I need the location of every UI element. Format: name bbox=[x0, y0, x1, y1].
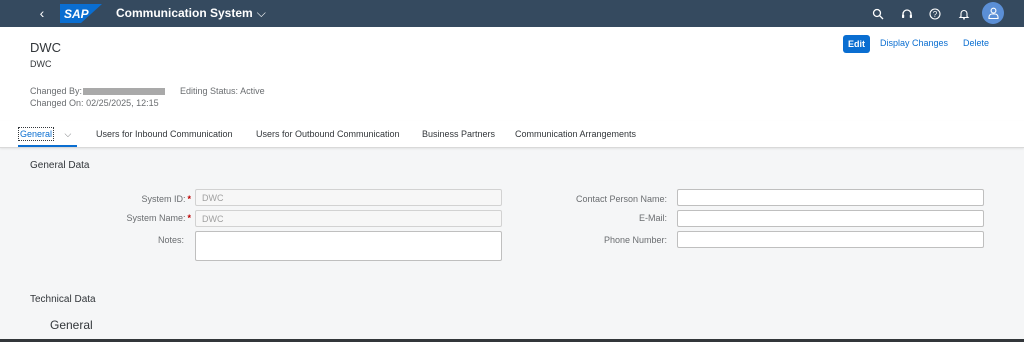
notes-label: Notes: bbox=[157, 235, 184, 245]
tab-general[interactable]: General ⌵ bbox=[17, 127, 72, 141]
active-tab-indicator bbox=[18, 145, 77, 147]
system-id-label-text: System ID: bbox=[141, 194, 186, 204]
chevron-down-icon[interactable]: ⌵ bbox=[65, 129, 72, 139]
editing-status-label: Editing Status: bbox=[180, 86, 239, 96]
search-icon[interactable] bbox=[869, 5, 887, 23]
delete-button[interactable]: Delete bbox=[963, 38, 989, 48]
email-label: E-Mail: bbox=[638, 213, 667, 223]
section-title-technical-data: Technical Data bbox=[30, 294, 96, 305]
changed-on-value: 02/25/2025, 12:15 bbox=[86, 98, 159, 108]
system-name-label: System Name: * bbox=[126, 213, 191, 223]
sap-logo[interactable]: SAP bbox=[60, 4, 102, 23]
display-changes-button[interactable]: Display Changes bbox=[880, 38, 948, 48]
required-indicator: * bbox=[187, 213, 191, 223]
contact-person-input[interactable] bbox=[677, 189, 984, 206]
system-id-label: System ID: * bbox=[141, 194, 191, 204]
phone-number-label: Phone Number: bbox=[603, 235, 667, 245]
notes-textarea[interactable] bbox=[195, 231, 502, 261]
help-icon[interactable]: ? bbox=[926, 5, 944, 23]
app-title-menu[interactable]: Communication System ⌵ bbox=[116, 6, 266, 21]
editing-status: Editing Status: Active bbox=[180, 86, 265, 96]
changed-by: Changed By: bbox=[30, 86, 166, 96]
tab-users-inbound[interactable]: Users for Inbound Communication bbox=[96, 129, 233, 139]
sap-logo-text: SAP bbox=[64, 7, 90, 21]
redacted-user-name bbox=[83, 88, 166, 96]
tab-users-outbound[interactable]: Users for Outbound Communication bbox=[256, 129, 400, 139]
system-name-label-text: System Name: bbox=[126, 213, 186, 223]
system-name-input[interactable]: DWC bbox=[195, 210, 502, 227]
email-input[interactable] bbox=[677, 210, 984, 227]
contact-person-label: Contact Person Name: bbox=[575, 194, 667, 204]
page-subtitle: DWC bbox=[30, 59, 52, 69]
system-id-input[interactable]: DWC bbox=[195, 189, 502, 206]
svg-text:?: ? bbox=[933, 10, 938, 19]
changed-on-label: Changed On: bbox=[30, 98, 84, 108]
edit-button[interactable]: Edit bbox=[843, 35, 870, 53]
tab-communication-arrangements[interactable]: Communication Arrangements bbox=[515, 129, 636, 139]
app-title: Communication System bbox=[116, 6, 253, 20]
section-title-general-data: General Data bbox=[30, 160, 90, 171]
changed-on: Changed On: 02/25/2025, 12:15 bbox=[30, 98, 159, 108]
user-avatar-icon[interactable] bbox=[982, 2, 1004, 24]
required-indicator: * bbox=[187, 194, 191, 204]
tab-bar: General ⌵ Users for Inbound Communicatio… bbox=[0, 121, 1024, 148]
phone-number-input[interactable] bbox=[677, 231, 984, 248]
page-title: DWC bbox=[30, 40, 62, 55]
changed-by-label: Changed By: bbox=[30, 86, 83, 96]
editing-status-value: Active bbox=[240, 86, 265, 96]
tab-label: General bbox=[17, 127, 55, 141]
tab-business-partners[interactable]: Business Partners bbox=[422, 129, 495, 139]
subsection-title-general: General bbox=[50, 318, 93, 332]
back-button[interactable]: ‹ bbox=[34, 4, 50, 22]
chevron-down-icon: ⌵ bbox=[256, 6, 266, 20]
object-header: DWC DWC Changed By: Changed On: 02/25/20… bbox=[0, 27, 1024, 121]
headset-icon[interactable] bbox=[898, 5, 916, 23]
shell-bar: ‹ SAP Communication System ⌵ ? bbox=[0, 0, 1024, 27]
notification-icon[interactable] bbox=[955, 5, 973, 23]
